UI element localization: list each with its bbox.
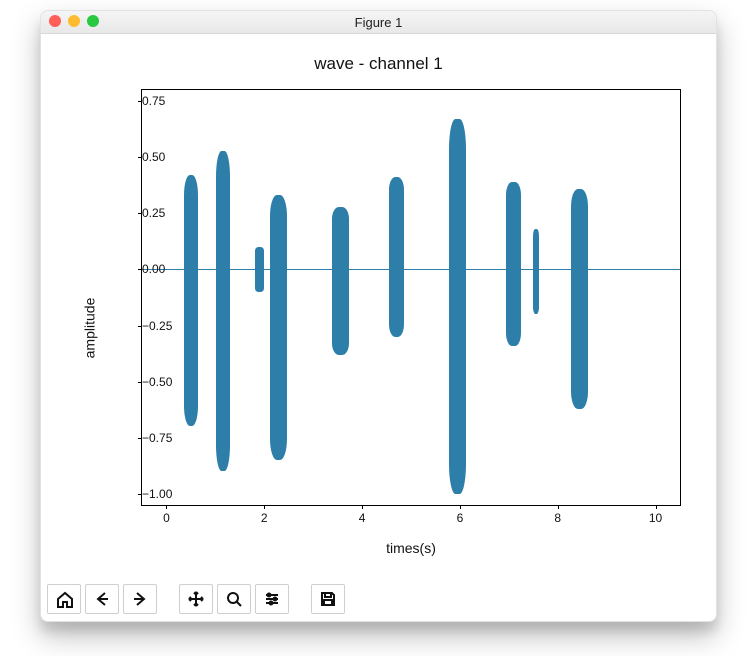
move-icon xyxy=(187,590,205,608)
arrow-right-icon xyxy=(131,590,149,608)
matplotlib-toolbar xyxy=(47,583,345,615)
x-tick-label: 10 xyxy=(649,511,662,525)
arrow-left-icon xyxy=(93,590,111,608)
waveform-burst xyxy=(184,175,199,426)
waveform-burst xyxy=(389,177,405,336)
minimize-icon[interactable] xyxy=(68,15,80,27)
sliders-icon xyxy=(263,590,281,608)
waveform-burst xyxy=(255,247,264,292)
waveform-burst xyxy=(449,119,465,494)
zoom-button[interactable] xyxy=(217,584,251,614)
x-tick-label: 8 xyxy=(554,511,561,525)
waveform-burst xyxy=(571,189,588,409)
zoom-icon[interactable] xyxy=(87,15,99,27)
waveform-burst xyxy=(270,195,287,460)
x-axis-label: times(s) xyxy=(141,540,681,556)
x-tick-label: 6 xyxy=(457,511,464,525)
magnifier-icon xyxy=(225,590,243,608)
back-button[interactable] xyxy=(85,584,119,614)
x-tick-label: 2 xyxy=(261,511,268,525)
configure-button[interactable] xyxy=(255,584,289,614)
figure-window: Figure 1 wave - channel 1 amplitude −1.0… xyxy=(40,10,717,622)
pan-button[interactable] xyxy=(179,584,213,614)
floppy-icon xyxy=(319,590,337,608)
chart-axes: −1.00−0.75−0.50−0.250.000.250.500.750246… xyxy=(141,89,681,506)
close-icon[interactable] xyxy=(49,15,61,27)
figure-body: wave - channel 1 amplitude −1.00−0.75−0.… xyxy=(41,34,716,621)
x-tick-label: 0 xyxy=(163,511,170,525)
waveform-burst xyxy=(216,151,230,472)
titlebar: Figure 1 xyxy=(41,11,716,34)
window-title: Figure 1 xyxy=(355,15,403,30)
forward-button[interactable] xyxy=(123,584,157,614)
window-controls xyxy=(49,15,99,27)
waveform-burst xyxy=(533,229,539,314)
waveform-burst xyxy=(506,182,521,346)
y-axis-label: amplitude xyxy=(81,297,97,358)
chart-title: wave - channel 1 xyxy=(41,54,716,74)
save-button[interactable] xyxy=(311,584,345,614)
waveform-burst xyxy=(332,207,349,355)
home-icon xyxy=(55,590,73,608)
home-button[interactable] xyxy=(47,584,81,614)
x-tick-label: 4 xyxy=(359,511,366,525)
